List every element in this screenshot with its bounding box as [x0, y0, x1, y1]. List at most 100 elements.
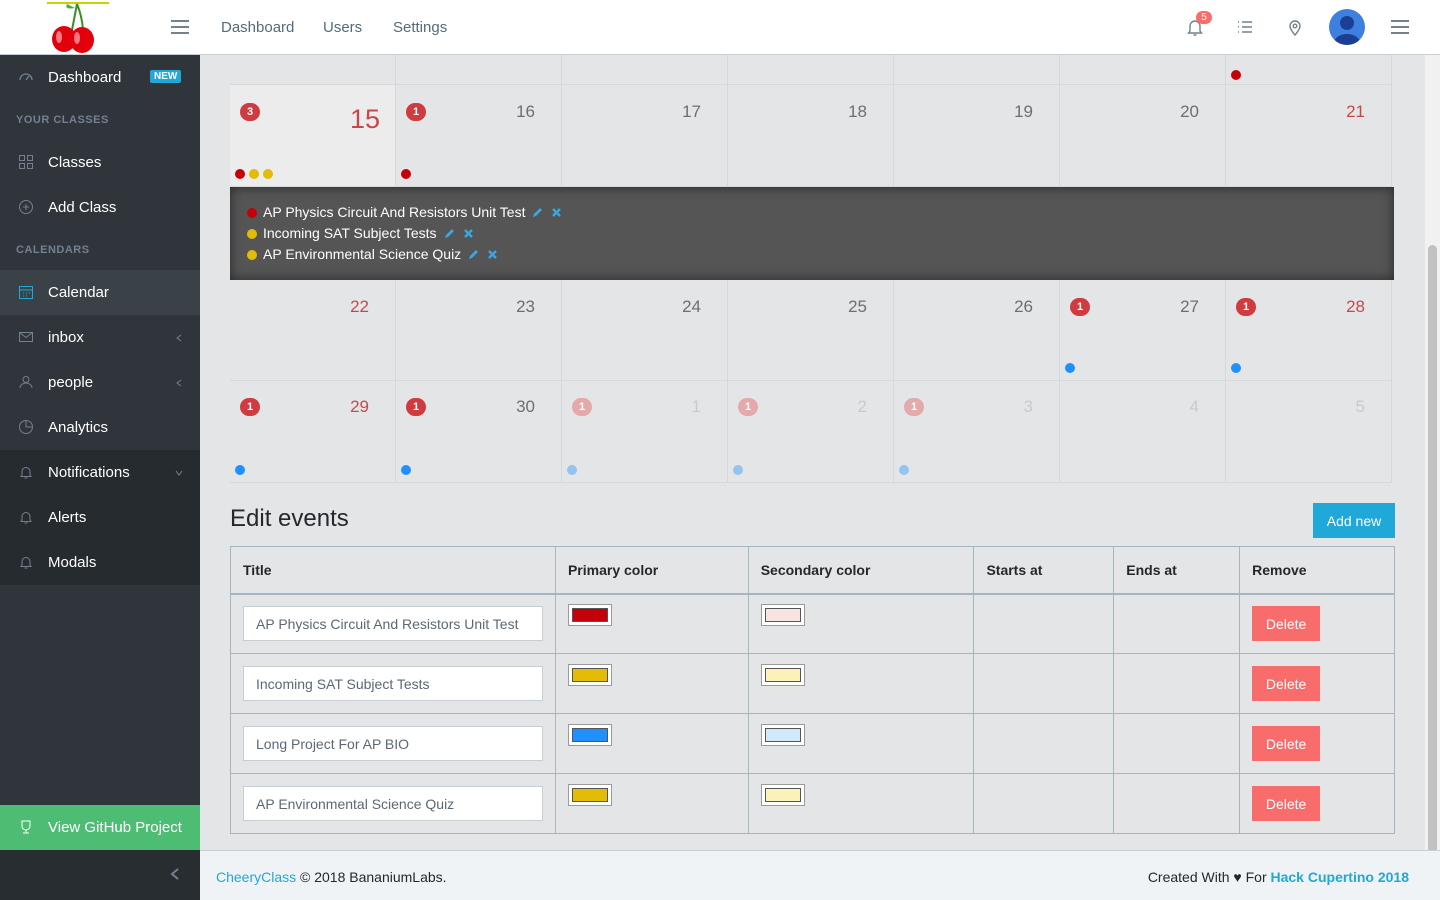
calendar-day-cell[interactable]: 4 — [1060, 380, 1226, 483]
sidebar-item-add-class[interactable]: Add Class — [0, 185, 200, 230]
calendar-day-cell[interactable]: 16 1 — [396, 85, 562, 187]
add-new-event-button[interactable]: Add new — [1313, 503, 1395, 538]
calendar-day-cell[interactable]: 15 3 — [230, 85, 396, 187]
event-dot — [249, 169, 259, 179]
calendar-day-cell[interactable]: 18 — [728, 85, 894, 187]
delete-button[interactable]: Delete — [1252, 786, 1321, 821]
user-icon — [18, 374, 34, 390]
pencil-icon[interactable] — [443, 227, 456, 240]
copyright-text: © 2018 BananiumLabs. — [300, 869, 447, 885]
nav-settings-link[interactable]: Settings — [393, 19, 447, 36]
calendar-day-cell[interactable] — [562, 55, 728, 85]
calendar-day-cell[interactable]: 23 — [396, 280, 562, 381]
calendar-day-cell[interactable]: 20 — [1060, 85, 1226, 187]
calendar-day-cell[interactable]: 24 — [562, 280, 728, 381]
close-icon[interactable] — [462, 227, 475, 240]
top-navbar: Dashboard Users Settings 5 — [0, 0, 1440, 55]
calendar-day-cell[interactable] — [396, 55, 562, 85]
calendar-day-cell[interactable]: 29 1 — [230, 380, 396, 483]
speedometer-icon — [18, 69, 34, 85]
starts-at-cell[interactable] — [973, 713, 1115, 774]
cherry-logo[interactable] — [44, 0, 114, 54]
open-event-item: Incoming SAT Subject Tests — [247, 225, 475, 241]
calendar-day-cell[interactable]: 17 — [562, 85, 728, 187]
delete-button[interactable]: Delete — [1252, 726, 1321, 761]
chevron-down-icon — [174, 465, 184, 476]
delete-button[interactable]: Delete — [1252, 666, 1321, 701]
user-avatar[interactable] — [1329, 9, 1365, 45]
calendar-day-cell[interactable]: 30 1 — [396, 380, 562, 483]
calendar-day-cell[interactable]: 28 1 — [1226, 280, 1392, 381]
primary-color-picker[interactable] — [567, 724, 612, 746]
primary-color-picker[interactable] — [567, 784, 612, 806]
calendar-day-cell[interactable]: 19 — [894, 85, 1060, 187]
calendar-day-cell[interactable] — [1060, 55, 1226, 85]
delete-button[interactable]: Delete — [1252, 606, 1321, 642]
pie-chart-icon — [18, 419, 34, 435]
sidebar-item-notifications[interactable]: Notifications — [0, 450, 200, 495]
location-pin-icon[interactable] — [1284, 16, 1306, 38]
calendar-day-cell[interactable] — [230, 55, 396, 85]
event-title-input[interactable] — [243, 726, 543, 761]
calendar-day-cell[interactable]: 26 — [894, 280, 1060, 381]
sidebar-toggle-icon[interactable] — [168, 15, 192, 39]
event-title-input[interactable] — [243, 786, 543, 821]
secondary-color-picker[interactable] — [760, 724, 805, 746]
calendar-day-cell[interactable]: 21 — [728, 380, 894, 483]
sidebar-item-alerts[interactable]: Alerts — [0, 495, 200, 540]
starts-at-cell[interactable] — [973, 593, 1115, 654]
sidebar-item-dashboard[interactable]: Dashboard NEW — [0, 55, 200, 100]
hackathon-link[interactable]: Hack Cupertino 2018 — [1271, 869, 1410, 885]
ends-at-cell[interactable] — [1113, 773, 1241, 834]
event-count-badge: 3 — [240, 103, 260, 121]
title-cell — [230, 713, 556, 774]
open-event-title[interactable]: Incoming SAT Subject Tests — [263, 225, 437, 241]
nav-users-link[interactable]: Users — [323, 19, 362, 36]
calendar-day-cell[interactable]: 21 — [1226, 85, 1392, 187]
list-icon[interactable] — [1234, 16, 1256, 38]
brand-link[interactable]: CheeryClass — [216, 869, 296, 885]
pencil-icon[interactable] — [531, 206, 544, 219]
calendar-day-cell[interactable]: 25 — [728, 280, 894, 381]
aside-menu-toggle-icon[interactable] — [1389, 16, 1411, 38]
ends-at-cell[interactable] — [1113, 653, 1241, 714]
ends-at-cell[interactable] — [1113, 713, 1241, 774]
calendar-day-cell[interactable]: 27 1 — [1060, 280, 1226, 381]
event-title-input[interactable] — [243, 666, 543, 701]
remove-cell: Delete — [1239, 593, 1395, 654]
secondary-color-picker[interactable] — [760, 784, 805, 806]
ends-at-cell[interactable] — [1113, 593, 1241, 654]
secondary-color-picker[interactable] — [760, 664, 805, 686]
secondary-color-picker[interactable] — [760, 604, 805, 627]
sidebar-item-inbox[interactable]: inbox — [0, 315, 200, 360]
calendar-day-cell[interactable]: 31 — [894, 380, 1060, 483]
event-title-input[interactable] — [243, 606, 543, 642]
calendar-day-cell[interactable]: 11 — [562, 380, 728, 483]
calendar-day-cell[interactable]: 22 — [230, 280, 396, 381]
nav-dashboard-link[interactable]: Dashboard — [221, 19, 294, 36]
sidebar-item-modals[interactable]: Modals — [0, 540, 200, 585]
calendar-day-cell[interactable] — [728, 55, 894, 85]
sidebar-item-classes[interactable]: Classes — [0, 140, 200, 185]
starts-at-cell[interactable] — [973, 653, 1115, 714]
primary-color-picker[interactable] — [567, 604, 612, 627]
edit-events-heading: Edit events — [230, 505, 349, 532]
calendar-day-cell[interactable]: 5 — [1226, 380, 1392, 483]
calendar-day-cell[interactable] — [1226, 55, 1392, 85]
sidebar-item-people[interactable]: people — [0, 360, 200, 405]
scrollbar-thumb[interactable] — [1428, 245, 1437, 895]
sidebar-item-analytics[interactable]: Analytics — [0, 405, 200, 450]
sidebar-item-label: Modals — [48, 554, 97, 571]
primary-color-picker[interactable] — [567, 664, 612, 686]
sidebar-item-calendar[interactable]: Calendar — [0, 270, 200, 315]
open-event-title[interactable]: AP Environmental Science Quiz — [263, 246, 461, 262]
sidebar-minimizer-button[interactable] — [0, 850, 200, 900]
open-event-title[interactable]: AP Physics Circuit And Resistors Unit Te… — [263, 204, 525, 220]
calendar-day-cell[interactable] — [894, 55, 1060, 85]
close-icon[interactable] — [486, 248, 499, 261]
starts-at-cell[interactable] — [973, 773, 1115, 834]
plus-circle-icon — [18, 199, 34, 215]
view-github-project-button[interactable]: View GitHub Project — [0, 805, 200, 850]
pencil-icon[interactable] — [467, 248, 480, 261]
close-icon[interactable] — [550, 206, 563, 219]
